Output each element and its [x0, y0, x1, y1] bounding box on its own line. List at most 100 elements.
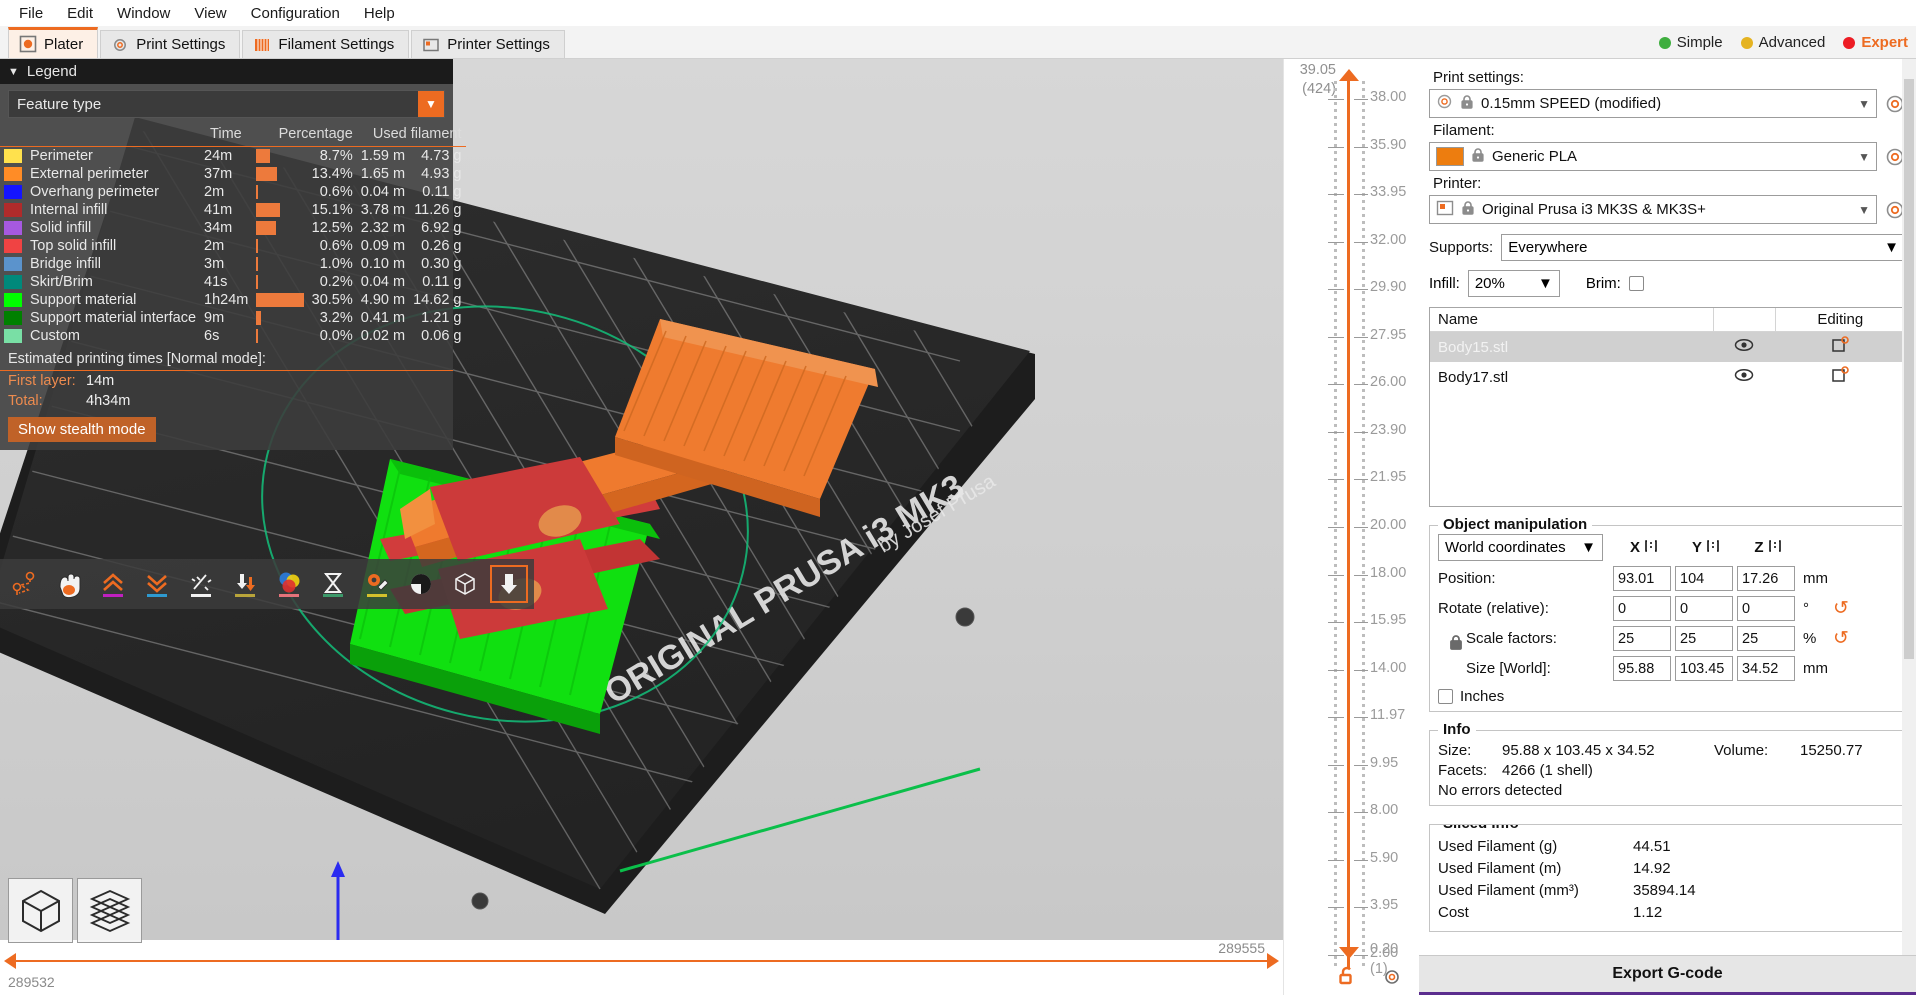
hand-retractions-icon[interactable] — [50, 565, 88, 603]
brim-checkbox[interactable] — [1628, 276, 1644, 291]
object-list[interactable]: Name Editing Body15.stl Body17.stl — [1429, 307, 1906, 507]
legend-header[interactable]: ▼ Legend — [0, 59, 453, 84]
view-layers-icon[interactable] — [77, 878, 142, 943]
sidebar-scrollbar-thumb[interactable] — [1904, 79, 1914, 659]
printer-combo[interactable]: Original Prusa i3 MK3S & MK3S+ ▼ — [1429, 195, 1877, 224]
sliced-info-label: Used Filament (m) — [1438, 860, 1562, 877]
tab-printer-settings[interactable]: Printer Settings — [411, 30, 565, 58]
uniform-scale-lock-icon[interactable] — [1448, 633, 1464, 655]
sliced-info-value: 35894.14 — [1633, 882, 1696, 899]
tool-marker-icon[interactable] — [490, 565, 528, 603]
moves-slider[interactable]: 289555 289532 — [0, 940, 1283, 995]
printer-value: Original Prusa i3 MK3S & MK3S+ — [1482, 201, 1706, 218]
manipulation-z-input[interactable]: 17.26 — [1737, 566, 1795, 591]
manipulation-z-input[interactable]: 34.52 — [1737, 656, 1795, 681]
layer-slider[interactable]: 39.05 (424) 38.00 35.90 33.95 32.00 29.90 27.… — [1283, 59, 1419, 995]
visibility-eye-icon[interactable] — [1713, 331, 1775, 362]
mode-advanced[interactable]: Advanced — [1740, 34, 1825, 51]
filament-settings-icon — [253, 36, 271, 54]
print-settings-combo[interactable]: 0.15mm SPEED (modified) ▼ — [1429, 89, 1877, 118]
layer-slider-tick-label: 32.00 — [1370, 231, 1407, 248]
legend-length: 0.41 m — [360, 310, 406, 326]
axis-x-label: X — [1629, 539, 1640, 556]
manipulation-y-input[interactable]: 103.45 — [1675, 656, 1733, 681]
sidebar-scrollbar[interactable] — [1902, 59, 1916, 995]
shells-down-icon[interactable] — [138, 565, 176, 603]
chevron-down-icon: ▼ — [418, 91, 444, 117]
pause-print-icon[interactable] — [314, 565, 352, 603]
custom-gcode-icon[interactable] — [358, 565, 396, 603]
info-facets-row: Facets: 4266 (1 shell) — [1438, 762, 1897, 779]
color-change-icon[interactable] — [270, 565, 308, 603]
edit-object-icon[interactable] — [1775, 331, 1905, 362]
moves-slider-track[interactable] — [14, 960, 1268, 962]
manipulation-y-input[interactable]: 0 — [1675, 596, 1733, 621]
manipulation-unit: mm — [1803, 570, 1828, 587]
menu-item-window[interactable]: Window — [106, 2, 181, 25]
travel-icon[interactable] — [6, 565, 44, 603]
legend-time: 34m — [204, 220, 233, 236]
object-name: Body15.stl — [1430, 331, 1713, 362]
legend-row: Top solid infill 2m 0.6% 0.09 m 0.26 g — [0, 237, 466, 255]
manipulation-z-input[interactable]: 25 — [1737, 626, 1795, 651]
unlock-icon[interactable] — [1336, 965, 1358, 991]
tab-filament-settings[interactable]: Filament Settings — [242, 30, 410, 58]
manipulation-y-input[interactable]: 104 — [1675, 566, 1733, 591]
moves-slider-right-thumb[interactable] — [1267, 953, 1279, 969]
legend-row: Support material interface 9m 3.2% 0.41 m 1.… — [0, 309, 466, 327]
layer-slider-lower-thumb[interactable] — [1339, 947, 1359, 959]
reset-icon[interactable]: ↺ — [1833, 597, 1849, 620]
menu-item-file[interactable]: File — [8, 2, 54, 25]
reset-icon[interactable]: ↺ — [1833, 627, 1849, 650]
manipulation-x-input[interactable]: 25 — [1613, 626, 1671, 651]
legend-bar — [252, 255, 307, 273]
legend-feature-name: External perimeter — [30, 166, 149, 182]
mode-expert[interactable]: Expert — [1843, 34, 1908, 51]
edit-object-icon[interactable] — [1775, 362, 1905, 392]
legend-cube-icon[interactable] — [446, 565, 484, 603]
visibility-eye-icon[interactable] — [1713, 362, 1775, 392]
view-3d-cube-icon[interactable] — [8, 878, 73, 943]
layer-slider-tick-mark — [1354, 384, 1368, 386]
manipulation-x-input[interactable]: 93.01 — [1613, 566, 1671, 591]
legend-feature-name: Bridge infill — [30, 256, 101, 272]
manipulation-x-input[interactable]: 95.88 — [1613, 656, 1671, 681]
tab-plater[interactable]: Plater — [8, 27, 99, 58]
object-list-row[interactable]: Body15.stl — [1430, 331, 1905, 362]
manipulation-y-input[interactable]: 25 — [1675, 626, 1733, 651]
menu-item-view[interactable]: View — [183, 2, 237, 25]
manipulation-z-input[interactable]: 0 — [1737, 596, 1795, 621]
inches-checkbox[interactable] — [1438, 689, 1453, 704]
coordinates-combo[interactable]: World coordinates ▼ — [1438, 534, 1603, 561]
view-type-select[interactable]: Feature type ▼ — [8, 90, 445, 118]
legend-color-swatch — [0, 237, 26, 255]
menu-item-configuration[interactable]: Configuration — [240, 2, 351, 25]
legend-row: Skirt/Brim 41s 0.2% 0.04 m 0.11 g — [0, 273, 466, 291]
mode-simple[interactable]: Simple — [1658, 34, 1723, 51]
gear-icon[interactable] — [1382, 967, 1402, 991]
wipe-tower-icon[interactable] — [182, 565, 220, 603]
manipulation-x-input[interactable]: 0 — [1613, 596, 1671, 621]
filament-combo[interactable]: Generic PLA ▼ — [1429, 142, 1877, 171]
export-gcode-button[interactable]: Export G-code — [1419, 955, 1916, 995]
seams-up-icon[interactable] — [94, 565, 132, 603]
layer-slider-upper-thumb[interactable] — [1339, 69, 1359, 81]
legend-time: 6s — [204, 328, 220, 344]
legend-color-swatch — [0, 147, 26, 166]
show-stealth-mode-button[interactable]: Show stealth mode — [8, 417, 156, 442]
legend-time: 2m — [204, 238, 225, 254]
object-manipulation-title: Object manipulation — [1438, 516, 1593, 533]
supports-combo[interactable]: Everywhere ▼ — [1501, 234, 1906, 261]
infill-combo[interactable]: 20% ▼ — [1467, 270, 1560, 297]
layer-slider-tick-label: 33.95 — [1370, 184, 1407, 201]
menu-item-help[interactable]: Help — [353, 2, 406, 25]
manipulation-label: Scale factors: — [1466, 630, 1557, 647]
legend-color-swatch — [0, 273, 26, 291]
retractions-icon[interactable] — [226, 565, 264, 603]
menu-item-edit[interactable]: Edit — [56, 2, 104, 25]
object-list-row[interactable]: Body17.stl — [1430, 362, 1905, 392]
layer-slider-track[interactable] — [1347, 81, 1350, 969]
shells-contrast-icon[interactable] — [402, 565, 440, 603]
tab-print-settings[interactable]: Print Settings — [100, 30, 241, 58]
legend-color-swatch — [0, 327, 26, 345]
